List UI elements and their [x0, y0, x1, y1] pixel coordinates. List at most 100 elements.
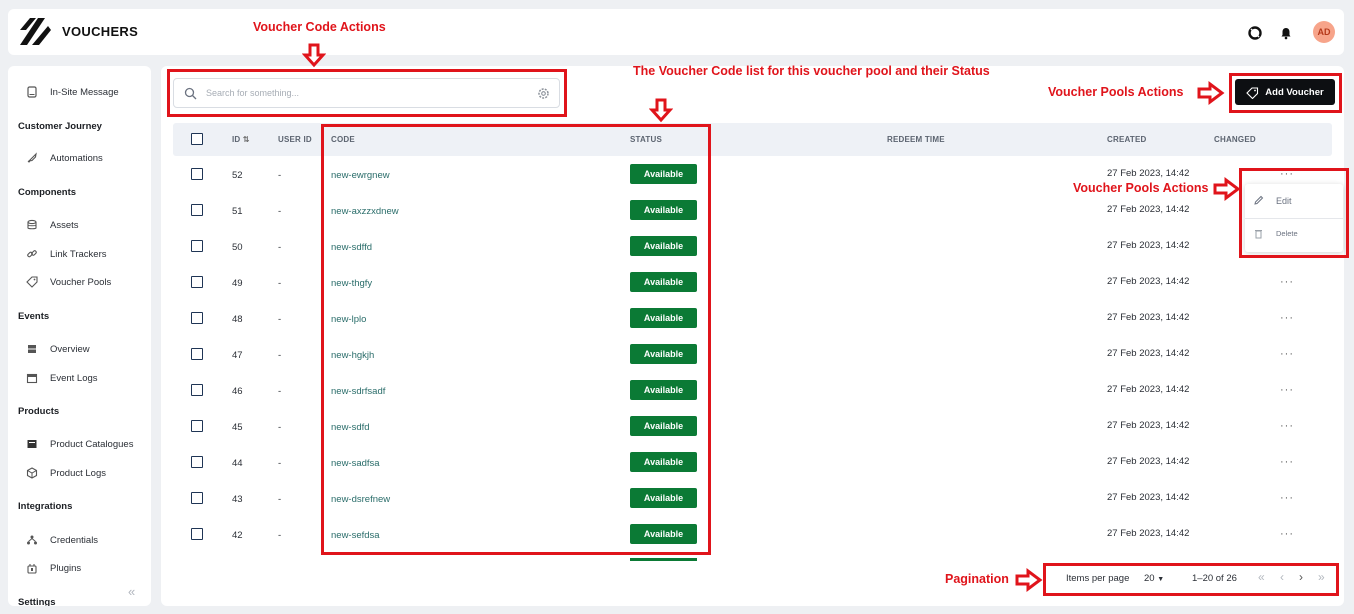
row-actions-icon[interactable]: ···	[1280, 348, 1294, 360]
row-checkbox[interactable]	[191, 276, 203, 288]
annotation-box-search	[167, 69, 567, 117]
column-header-changed[interactable]: CHANGED	[1214, 135, 1256, 144]
sidebar-item-label: Credentials	[50, 534, 99, 546]
cell-created: 27 Feb 2023, 14:42	[1107, 420, 1190, 431]
row-actions-icon[interactable]: ···	[1280, 276, 1294, 288]
annotation-code-actions: Voucher Code Actions	[253, 20, 386, 34]
credentials-icon	[27, 535, 37, 545]
row-checkbox[interactable]	[191, 492, 203, 504]
column-header-id[interactable]: ID ⇅	[232, 135, 250, 144]
collapse-sidebar-icon[interactable]: «	[128, 584, 135, 599]
sidebar-section-title: Customer Journey	[18, 121, 102, 132]
sidebar-icon	[26, 66, 38, 75]
cell-id: 46	[232, 386, 243, 397]
sidebar-item-link-trackers[interactable]: Link Trackers	[26, 245, 107, 263]
sidebar-item-plugins[interactable]: Plugins	[26, 559, 81, 577]
annotation-box-list	[321, 124, 711, 555]
catalogue-icon	[27, 440, 37, 448]
sidebar-item-product-logs[interactable]: Product Logs	[26, 464, 106, 482]
right-arrow-icon	[1197, 81, 1225, 105]
row-checkbox[interactable]	[191, 456, 203, 468]
sidebar-item-in-site-message[interactable]: In-Site Message	[26, 83, 119, 101]
overview-icon	[28, 345, 36, 353]
sidebar-item-product-catalogues[interactable]: Product Catalogues	[26, 435, 133, 453]
row-checkbox[interactable]	[191, 168, 203, 180]
cell-created: 27 Feb 2023, 14:42	[1107, 276, 1190, 287]
status-badge	[630, 558, 697, 561]
bell-icon[interactable]	[1279, 26, 1293, 40]
row-checkbox[interactable]	[191, 204, 203, 216]
column-header-redeem-time[interactable]: REDEEM TIME	[887, 135, 945, 144]
sidebar: In-Site Message Customer Journey Automat…	[8, 66, 151, 606]
message-icon	[27, 86, 37, 98]
sidebar-item-label: Product Logs	[50, 467, 106, 479]
sidebar-item-label: Plugins	[50, 562, 82, 574]
column-header-user-id[interactable]: USER ID	[278, 135, 312, 144]
row-checkbox[interactable]	[191, 384, 203, 396]
cell-id: 49	[232, 278, 243, 289]
sidebar-item-event-logs[interactable]: Event Logs	[26, 369, 98, 387]
annotation-list-status: The Voucher Code list for this voucher p…	[633, 64, 990, 78]
down-arrow-icon	[649, 98, 673, 123]
sidebar-item-assets[interactable]: Assets	[26, 216, 79, 234]
sidebar-item-automations[interactable]: Automations	[26, 149, 103, 167]
sidebar-item-label: Link Trackers	[50, 248, 107, 260]
column-header-created[interactable]: CREATED	[1107, 135, 1146, 144]
database-icon	[27, 219, 37, 230]
row-checkbox[interactable]	[191, 528, 203, 540]
brand-logo-icon[interactable]	[18, 16, 52, 47]
cell-id: 51	[232, 206, 243, 217]
cell-created: 27 Feb 2023, 14:42	[1107, 204, 1190, 215]
calendar-icon	[26, 373, 38, 384]
row-checkbox[interactable]	[191, 420, 203, 432]
sidebar-item-credentials[interactable]: Credentials	[26, 531, 98, 549]
cell-user-id: -	[278, 458, 282, 469]
column-header-label: ID	[232, 135, 241, 144]
box-icon	[26, 467, 38, 479]
sidebar-item-overview[interactable]: Overview	[26, 340, 90, 358]
annotation-box-row-menu	[1239, 168, 1349, 258]
cell-id: 44	[232, 458, 243, 469]
sidebar-item-partial[interactable]	[26, 66, 50, 78]
row-actions-icon[interactable]: ···	[1280, 528, 1294, 540]
cell-created: 27 Feb 2023, 14:42	[1107, 492, 1190, 503]
row-actions-icon[interactable]: ···	[1280, 420, 1294, 432]
cell-user-id: -	[278, 530, 282, 541]
sidebar-item-voucher-pools[interactable]: Voucher Pools	[26, 273, 111, 291]
row-actions-icon[interactable]: ···	[1280, 384, 1294, 396]
cell-user-id: -	[278, 242, 282, 253]
row-checkbox[interactable]	[191, 312, 203, 324]
cell-id: 52	[232, 170, 243, 181]
ticket-icon	[26, 276, 38, 288]
sidebar-section-title: Integrations	[18, 501, 73, 512]
cell-id: 43	[232, 494, 243, 505]
help-icon[interactable]	[1248, 26, 1262, 40]
cell-user-id: -	[278, 386, 282, 397]
sidebar-section-title: Events	[18, 311, 50, 322]
sidebar-item-label: In-Site Message	[50, 86, 119, 98]
cell-id: 45	[232, 422, 243, 433]
sidebar-item-label: Product Catalogues	[50, 438, 134, 450]
cell-created: 27 Feb 2023, 14:42	[1107, 348, 1190, 359]
annotation-pool-actions-top: Voucher Pools Actions	[1048, 85, 1184, 99]
cell-created: 27 Feb 2023, 14:42	[1107, 312, 1190, 323]
sidebar-section-title: Components	[18, 187, 77, 198]
user-avatar[interactable]: AD	[1313, 21, 1335, 43]
sidebar-item-label: Automations	[50, 152, 103, 164]
sort-icon[interactable]: ⇅	[243, 135, 250, 144]
sidebar-item-label: Voucher Pools	[50, 276, 112, 288]
cell-user-id: -	[278, 170, 282, 181]
row-actions-icon[interactable]: ···	[1280, 312, 1294, 324]
row-checkbox[interactable]	[191, 240, 203, 252]
select-all-checkbox[interactable]	[191, 133, 203, 145]
cell-id: 48	[232, 314, 243, 325]
cell-user-id: -	[278, 422, 282, 433]
sidebar-item-label: Event Logs	[50, 372, 98, 384]
sidebar-item-label: Assets	[50, 219, 79, 231]
right-arrow-icon	[1213, 177, 1241, 201]
row-checkbox[interactable]	[191, 348, 203, 360]
row-actions-icon[interactable]: ···	[1280, 456, 1294, 468]
cell-created: 27 Feb 2023, 14:42	[1107, 528, 1190, 539]
row-actions-icon[interactable]: ···	[1280, 492, 1294, 504]
cell-user-id: -	[278, 278, 282, 289]
